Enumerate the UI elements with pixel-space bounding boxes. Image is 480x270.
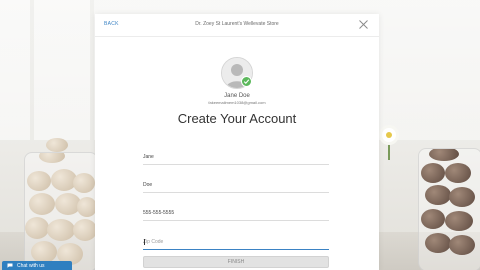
modal-header: BACK Dr. Zoey St Laurent's Wellevate Sto…	[95, 14, 379, 37]
zip-code-input[interactable]	[143, 235, 329, 249]
finish-button[interactable]: FINISH	[143, 256, 329, 268]
phone-field	[143, 206, 329, 221]
chat-bubble-icon	[7, 263, 13, 268]
background-jar-light-pills	[24, 152, 98, 270]
chat-label: Chat with us	[17, 263, 45, 269]
background-flower-stem	[388, 140, 390, 160]
background-loose-pill	[46, 138, 68, 152]
last-name-field	[143, 178, 329, 193]
close-icon-glyph	[359, 20, 368, 29]
last-name-input[interactable]	[143, 178, 329, 192]
background-jar-dark-pills	[418, 148, 480, 270]
chat-with-us-button[interactable]: Chat with us	[2, 261, 72, 270]
zip-code-field	[143, 235, 329, 250]
chat-bubble-glyph	[7, 263, 13, 268]
modal-title: Dr. Zoey St Laurent's Wellevate Store	[195, 21, 279, 27]
text-caret	[144, 239, 145, 245]
close-icon[interactable]	[358, 19, 369, 30]
page-title: Create Your Account	[177, 111, 297, 126]
background-flower	[382, 128, 396, 142]
user-name: Jane Doe	[224, 93, 250, 99]
checkmark-icon	[241, 76, 252, 87]
user-email: fakeemailmem1038@gmail.com	[208, 100, 266, 105]
phone-input[interactable]	[143, 206, 329, 220]
app-stage: BACK Dr. Zoey St Laurent's Wellevate Sto…	[0, 0, 480, 270]
first-name-field	[143, 150, 329, 165]
first-name-input[interactable]	[143, 150, 329, 164]
back-link[interactable]: BACK	[104, 21, 119, 27]
checkmark-glyph	[243, 79, 250, 85]
create-account-modal: BACK Dr. Zoey St Laurent's Wellevate Sto…	[95, 14, 379, 270]
